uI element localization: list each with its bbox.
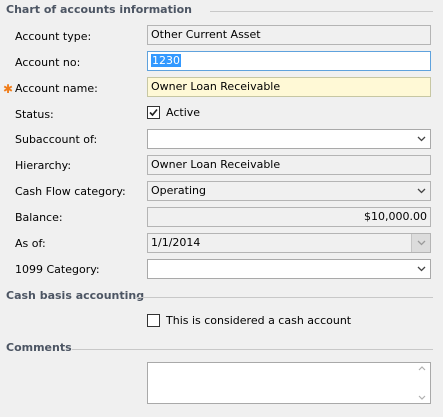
section-divider: [135, 297, 433, 298]
comments-textarea[interactable]: [147, 362, 431, 404]
cash-flow-category-dropdown-button[interactable]: [412, 182, 430, 200]
status-label: Status:: [15, 108, 54, 121]
cash-flow-category-label: Cash Flow category:: [15, 185, 126, 198]
subaccount-of-dropdown-button[interactable]: [412, 130, 430, 148]
active-checkbox[interactable]: [147, 106, 160, 119]
chevron-down-icon: [417, 136, 425, 142]
section-title-comments: Comments: [6, 341, 72, 354]
as-of-dropdown-button[interactable]: [411, 234, 430, 252]
balance-label: Balance:: [15, 211, 63, 224]
section-divider: [210, 11, 433, 12]
active-checkbox-label[interactable]: Active: [166, 106, 200, 120]
account-name-value: Owner Loan Receivable: [151, 80, 281, 93]
cash-flow-category-value: Operating: [151, 184, 206, 197]
section-title-cash-basis: Cash basis accounting: [6, 289, 145, 302]
category-1099-dropdown-button[interactable]: [412, 260, 430, 278]
chevron-down-icon: [417, 266, 425, 272]
chevron-down-icon: [417, 240, 425, 246]
account-type-field[interactable]: Other Current Asset: [147, 25, 431, 45]
cash-flow-category-select[interactable]: Operating: [147, 181, 431, 201]
as-of-value: 1/1/2014: [151, 236, 201, 249]
cash-account-checkbox[interactable]: [147, 314, 160, 327]
section-title-chart-info: Chart of accounts information: [6, 3, 193, 16]
cash-account-checkbox-label[interactable]: This is considered a cash account: [166, 314, 351, 328]
account-no-value: 1230: [151, 54, 181, 67]
hierarchy-label: Hierarchy:: [15, 159, 72, 172]
account-no-input[interactable]: 1230: [147, 51, 431, 71]
account-type-label: Account type:: [15, 30, 92, 43]
as-of-label: As of:: [15, 237, 46, 250]
account-type-value: Other Current Asset: [151, 28, 261, 41]
required-asterisk-icon: ✱: [3, 82, 14, 96]
checkmark-icon: [149, 108, 158, 117]
balance-field[interactable]: $10,000.00: [147, 207, 431, 227]
hierarchy-value: Owner Loan Receivable: [151, 158, 281, 171]
account-name-input[interactable]: Owner Loan Receivable: [147, 77, 431, 97]
subaccount-of-label: Subaccount of:: [15, 133, 98, 146]
hierarchy-field[interactable]: Owner Loan Receivable: [147, 155, 431, 175]
balance-value: $10,000.00: [364, 210, 427, 223]
subaccount-of-select[interactable]: [147, 129, 431, 149]
chevron-down-icon: [417, 188, 425, 194]
category-1099-label: 1099 Category:: [15, 263, 100, 276]
comments-scrollbar[interactable]: [415, 364, 429, 402]
scroll-up-arrow-icon[interactable]: [418, 366, 426, 371]
category-1099-select[interactable]: [147, 259, 431, 279]
account-name-label: Account name:: [15, 82, 98, 95]
scroll-down-arrow-icon[interactable]: [418, 395, 426, 400]
section-divider: [72, 349, 433, 350]
account-no-label: Account no:: [15, 56, 81, 69]
as-of-date-picker[interactable]: 1/1/2014: [147, 233, 431, 253]
